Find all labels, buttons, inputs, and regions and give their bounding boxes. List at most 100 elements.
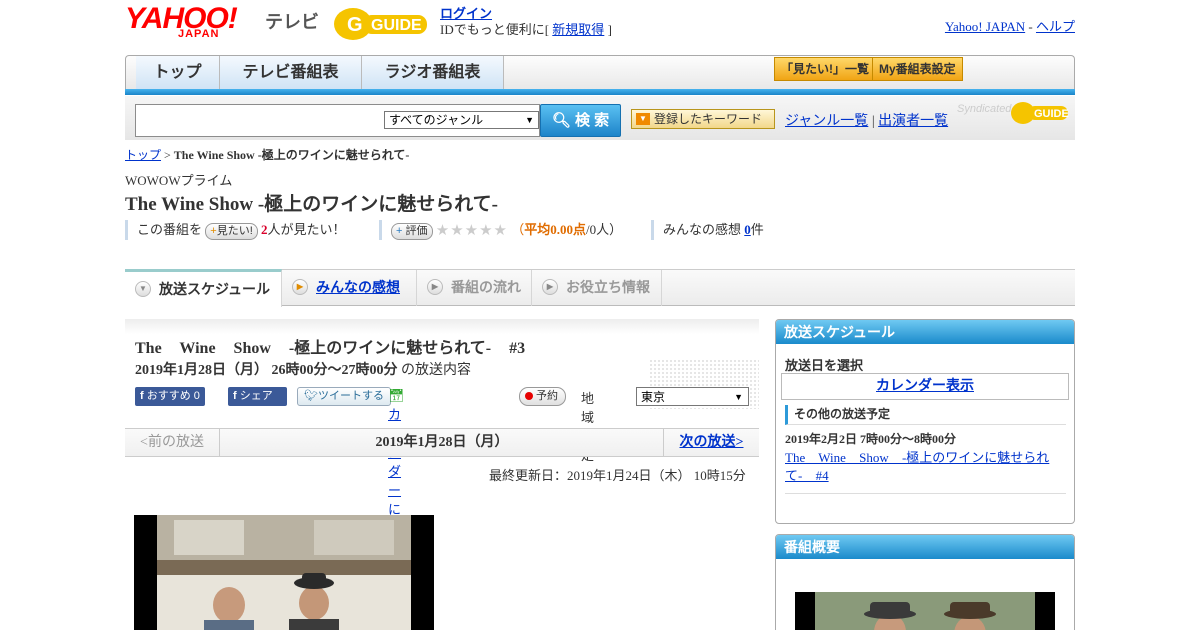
current-broadcast-date: 2019年1月28日（月） — [375, 435, 509, 450]
rate-button[interactable]: + 評価 — [391, 222, 433, 240]
facebook-recommend-button[interactable]: f おすすめ 0 — [135, 387, 205, 406]
want-prefix: この番組を — [137, 222, 203, 237]
nav-tab-radio-schedule[interactable]: ラジオ番組表 — [362, 56, 504, 90]
region-select[interactable]: 東京 ▼ — [636, 387, 749, 406]
breadcrumb-top-link[interactable]: トップ — [125, 148, 161, 162]
signup-link[interactable]: 新規取得 — [552, 22, 604, 37]
rating-stat: + 評価 ★★★★★ （平均0.00点/0人） — [379, 220, 622, 240]
breadcrumb-current: The Wine Show -極上のワインに魅せられて- — [173, 148, 410, 162]
sidebar-summary: 番組概要 — [775, 534, 1075, 630]
tab-program-flow[interactable]: ▶ 番組の流れ — [417, 270, 532, 306]
program-tabs: ▼ 放送スケジュール ▶ みんなの感想 ▶ 番組の流れ ▶ お役立ち情報 — [125, 269, 1075, 307]
record-dot-icon — [525, 392, 533, 400]
yahoo-japan-link[interactable]: Yahoo! JAPAN — [945, 19, 1025, 34]
genre-select[interactable]: すべてのジャンル ▼ — [384, 111, 539, 129]
twitter-bird-icon: 🐦︎ — [304, 390, 318, 402]
gguide-small-logo: GUIDE — [1011, 102, 1069, 124]
nav-accent-bar — [125, 89, 1075, 95]
calendar-plus-icon: 📅︎ — [388, 388, 405, 403]
page-title: The Wine Show -極上のワインに魅せられて- — [125, 194, 498, 215]
want-stat: この番組を +見たい! 2人が見たい！ — [125, 220, 346, 240]
performer-list-link[interactable]: 出演者一覧 — [878, 114, 948, 129]
calendar-display-link[interactable]: カレンダー表示 — [876, 379, 974, 394]
facebook-share-button[interactable]: f シェア — [228, 387, 287, 406]
chevron-down-icon: ▼ — [135, 281, 151, 297]
reserve-button[interactable]: 予約 — [519, 387, 566, 406]
search-links: ジャンル一覧 | 出演者一覧 — [785, 110, 948, 130]
rating-open-paren: （ — [511, 222, 525, 237]
login-prompt: IDでもっと便利に[ — [440, 22, 550, 37]
tab-broadcast-schedule[interactable]: ▼ 放送スケジュール — [125, 269, 282, 307]
other-schedule-heading: その他の放送予定 — [785, 405, 1066, 425]
tweet-button[interactable]: 🐦︎ツイートする — [297, 387, 391, 406]
episode-photo — [134, 515, 434, 630]
nav-tab-top[interactable]: トップ — [136, 56, 220, 90]
link-divider: | — [871, 114, 875, 129]
region-select-value: 東京 — [641, 390, 666, 404]
episode-date-suffix: の放送内容 — [401, 363, 471, 378]
play-icon: ▶ — [292, 279, 308, 295]
want-button[interactable]: +見たい! — [205, 222, 258, 240]
calendar-display-button[interactable]: カレンダー表示 — [781, 373, 1069, 400]
genre-list-link[interactable]: ジャンル一覧 — [785, 114, 868, 129]
channel-name: WOWOWプライム — [125, 173, 233, 188]
next-broadcast: 次の放送> — [663, 429, 759, 456]
impressions-label: みんなの感想 — [663, 222, 742, 237]
tab-label: お役立ち情報 — [566, 279, 650, 295]
want-list-button[interactable]: 「見たい!」一覧 — [774, 57, 876, 81]
login-link[interactable]: ログイン — [440, 6, 492, 21]
my-schedule-button[interactable]: My番組表設定 — [872, 57, 963, 81]
rating-average: 平均0.00点 — [524, 222, 587, 237]
dropdown-arrow-icon: ▼ — [525, 115, 534, 125]
impressions-unit: 件 — [750, 222, 764, 237]
last-updated: 最終更新日：2019年1月24日（木） 10時15分 — [489, 468, 746, 483]
syndicated-label: Syndicated — [957, 103, 1012, 115]
episode-datetime: 2019年1月28日（月） 26時00分～27時00分 の放送内容 — [135, 359, 471, 379]
impressions-stat: みんなの感想 0件 — [651, 220, 764, 240]
tweet-button-label: ツイートする — [317, 390, 384, 402]
login-close: ] — [607, 22, 612, 37]
prev-broadcast: <前の放送 — [125, 429, 220, 456]
want-suffix: 人が見たい！ — [267, 222, 346, 237]
sidebar-schedule: 放送スケジュール 放送日を選択 カレンダー表示 その他の放送予定 2019年2月… — [775, 319, 1075, 524]
reserve-button-label: 予約 — [536, 390, 558, 402]
plus-icon: + — [396, 224, 403, 237]
summary-photo — [795, 592, 1055, 630]
link-separator: - — [1028, 19, 1033, 34]
other-schedule-link[interactable]: The Wine Show -極上のワインに魅せられて- #4 — [785, 449, 1065, 485]
tab-impressions[interactable]: ▶ みんなの感想 — [282, 270, 417, 306]
facebook-icon: f — [140, 390, 144, 402]
select-date-label: 放送日を選択 — [785, 358, 864, 373]
registered-keywords-label: 登録したキーワード — [654, 112, 763, 126]
global-nav: トップ テレビ番組表 ラジオ番組表 「見たい!」一覧 My番組表設定 — [125, 55, 1075, 93]
search-button-label: 検 索 — [575, 112, 610, 129]
rating-voters: /0人） — [586, 222, 623, 237]
facebook-icon: f — [233, 390, 237, 402]
nav-tab-tv-schedule[interactable]: テレビ番組表 — [220, 56, 362, 90]
rating-stars-icon: ★★★★★ — [435, 223, 508, 240]
tv-logo-label[interactable]: テレビ — [265, 8, 319, 34]
search-button[interactable]: 🔍︎ 検 索 — [540, 104, 621, 137]
dropdown-arrow-icon: ▼ — [734, 392, 743, 402]
sidebar-schedule-title: 放送スケジュール — [776, 320, 1074, 344]
play-icon: ▶ — [427, 279, 443, 295]
facebook-recommend-label: おすすめ 0 — [146, 390, 200, 402]
tab-useful-info[interactable]: ▶ お役立ち情報 — [532, 270, 662, 306]
rate-button-label: 評価 — [405, 224, 428, 237]
sidebar-summary-title: 番組概要 — [776, 535, 1074, 559]
tab-label: 放送スケジュール — [159, 281, 271, 297]
svg-text:G: G — [347, 14, 363, 36]
search-icon: 🔍︎ — [551, 112, 571, 129]
facebook-share-label: シェア — [239, 390, 273, 402]
want-button-label: 見たい! — [216, 224, 253, 237]
tab-label: 番組の流れ — [451, 279, 521, 295]
next-broadcast-link[interactable]: 次の放送> — [680, 435, 744, 450]
breadcrumb: トップ > The Wine Show -極上のワインに魅せられて- — [125, 146, 409, 163]
yahoo-japan-logo-sub: JAPAN — [178, 28, 220, 40]
login-block: ログイン IDでもっと便利に[ 新規取得 ] — [440, 6, 612, 38]
other-schedule-date: 2019年2月2日 7時00分～8時00分 — [785, 432, 957, 446]
help-link[interactable]: ヘルプ — [1036, 19, 1075, 34]
tab-label[interactable]: みんなの感想 — [316, 279, 400, 295]
breadcrumb-separator: > — [164, 148, 171, 162]
registered-keywords-button[interactable]: ▼ 登録したキーワード — [631, 109, 775, 129]
